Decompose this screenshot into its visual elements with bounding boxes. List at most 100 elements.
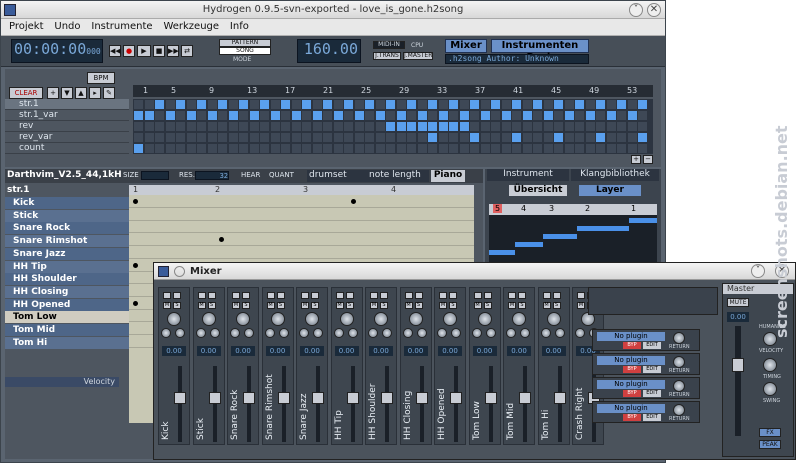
bpm-button[interactable]: BPM xyxy=(87,72,115,84)
song-cell[interactable] xyxy=(470,111,479,120)
channel-select[interactable] xyxy=(173,292,181,299)
song-cell[interactable] xyxy=(365,122,374,131)
song-cell[interactable] xyxy=(344,133,353,142)
mute-button[interactable]: M xyxy=(508,302,516,309)
mute-button[interactable]: M xyxy=(370,302,378,309)
forward-button[interactable]: ▶▶ xyxy=(167,45,179,57)
solo-button[interactable]: S xyxy=(414,302,423,309)
instrument-row[interactable]: Tom Low xyxy=(5,311,129,324)
song-cell[interactable] xyxy=(449,133,458,142)
song-cell[interactable] xyxy=(512,144,521,153)
song-cell[interactable] xyxy=(365,133,374,142)
draw-tool-button[interactable]: ✎ xyxy=(103,87,115,99)
song-cell[interactable] xyxy=(144,100,154,109)
song-cell[interactable] xyxy=(155,111,164,120)
mute-button[interactable]: M xyxy=(232,302,240,309)
song-cell[interactable] xyxy=(638,122,647,131)
song-cell[interactable] xyxy=(480,133,490,142)
song-cell[interactable] xyxy=(606,133,616,142)
pan-knob[interactable] xyxy=(408,312,423,326)
fx-send-knob[interactable] xyxy=(485,328,496,338)
note[interactable] xyxy=(351,199,356,204)
fx-send-knob[interactable] xyxy=(333,328,344,338)
song-cell[interactable] xyxy=(281,111,290,120)
song-cell[interactable] xyxy=(596,133,605,142)
song-cell[interactable] xyxy=(564,133,574,142)
fx-plugin-name[interactable]: No plugin xyxy=(597,356,665,365)
song-cell[interactable] xyxy=(396,122,406,131)
song-cell[interactable] xyxy=(218,122,227,131)
song-cell[interactable] xyxy=(638,144,647,153)
song-cell[interactable] xyxy=(291,144,301,153)
song-cell[interactable] xyxy=(407,111,416,120)
song-cell[interactable] xyxy=(218,100,227,109)
song-cell[interactable] xyxy=(323,122,332,131)
note[interactable] xyxy=(219,237,224,243)
song-cell[interactable] xyxy=(438,111,448,120)
song-cell[interactable] xyxy=(344,100,353,109)
song-cell[interactable] xyxy=(522,144,532,153)
solo-button[interactable]: S xyxy=(449,302,457,309)
song-cell[interactable] xyxy=(134,133,143,142)
fx-send-knob[interactable] xyxy=(209,328,220,338)
song-cell[interactable] xyxy=(533,133,542,142)
song-cell[interactable] xyxy=(596,111,605,120)
song-cell[interactable] xyxy=(585,122,595,131)
fx-send-knob[interactable] xyxy=(451,328,461,338)
size-select[interactable] xyxy=(141,171,169,180)
channel-select[interactable] xyxy=(552,292,561,299)
song-cell[interactable] xyxy=(543,122,553,131)
channel-fader[interactable] xyxy=(312,392,324,404)
add-pattern-button[interactable]: + xyxy=(47,87,59,99)
song-cell[interactable] xyxy=(470,133,479,142)
song-cell[interactable] xyxy=(291,100,301,109)
mute-button[interactable]: M xyxy=(301,302,309,309)
song-cell[interactable] xyxy=(375,133,385,142)
play-button[interactable]: ▶ xyxy=(137,45,151,57)
pan-knob[interactable] xyxy=(546,312,561,326)
song-cell[interactable] xyxy=(407,133,416,142)
song-cell[interactable] xyxy=(134,122,143,131)
note[interactable] xyxy=(133,300,138,306)
song-cell[interactable] xyxy=(438,100,448,109)
song-cell[interactable] xyxy=(501,133,511,142)
song-cell[interactable] xyxy=(144,144,154,153)
solo-button[interactable]: S xyxy=(173,302,181,309)
song-cell[interactable] xyxy=(249,133,259,142)
song-cell[interactable] xyxy=(627,111,637,120)
fx-send-knob[interactable] xyxy=(175,328,185,338)
song-cell[interactable] xyxy=(260,144,269,153)
song-cell[interactable] xyxy=(396,111,406,120)
song-cell[interactable] xyxy=(575,144,584,153)
instrument-row[interactable]: HH Opened xyxy=(5,298,129,311)
instrument-row[interactable]: Stick xyxy=(5,209,129,222)
rewind-button[interactable]: ◀◀ xyxy=(109,45,121,57)
song-cell[interactable] xyxy=(270,144,280,153)
mute-button[interactable]: M xyxy=(197,302,206,309)
instrument-row[interactable]: HH Shoulder xyxy=(5,273,129,286)
song-cell[interactable] xyxy=(344,144,353,153)
song-cell[interactable] xyxy=(323,111,332,120)
fx-send-knob[interactable] xyxy=(554,328,565,338)
channel-select[interactable] xyxy=(380,292,388,299)
song-cell[interactable] xyxy=(228,122,238,131)
song-cell[interactable] xyxy=(543,111,553,120)
song-cell[interactable] xyxy=(228,144,238,153)
song-cell[interactable] xyxy=(249,144,259,153)
swing-knob[interactable] xyxy=(763,382,777,396)
move-down-button[interactable]: ▼ xyxy=(61,87,73,99)
song-cell[interactable] xyxy=(554,133,563,142)
solo-button[interactable]: S xyxy=(483,302,492,309)
menu-undo[interactable]: Undo xyxy=(54,21,80,32)
song-cell[interactable] xyxy=(155,144,164,153)
song-cell[interactable] xyxy=(407,144,416,153)
channel-select[interactable] xyxy=(276,292,285,299)
song-cell[interactable] xyxy=(617,100,626,109)
song-cell[interactable] xyxy=(186,122,196,131)
song-cell[interactable] xyxy=(585,100,595,109)
song-cell[interactable] xyxy=(512,122,521,131)
song-cell[interactable] xyxy=(554,144,563,153)
pan-knob[interactable] xyxy=(339,312,354,326)
song-cell[interactable] xyxy=(197,133,206,142)
song-cell[interactable] xyxy=(428,111,437,120)
